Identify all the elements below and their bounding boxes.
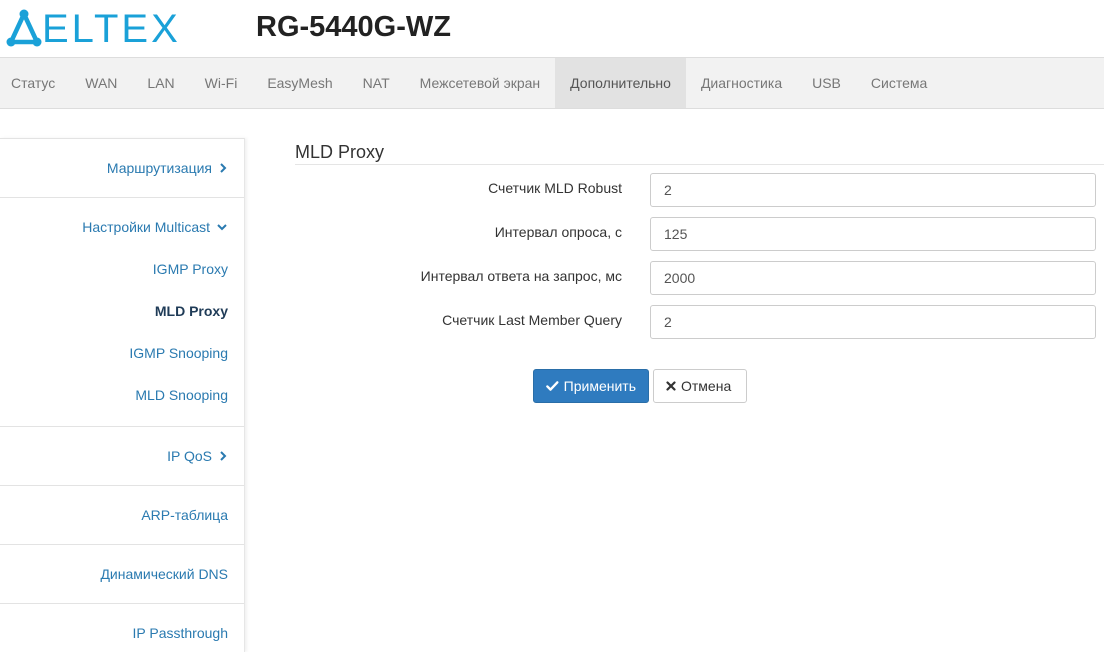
robust-input[interactable] <box>650 173 1096 207</box>
sidebar-group-ipqos: IP QoS <box>0 426 244 485</box>
sidebar-subitem-mld-snooping[interactable]: MLD Snooping <box>0 374 244 426</box>
sidebar-item-arp-table[interactable]: ARP-таблица <box>0 486 244 544</box>
eltex-logo-icon <box>6 9 42 47</box>
main-content: MLD Proxy Счетчик MLD Robust Интервал оп… <box>295 138 1104 403</box>
last-member-query-label: Счетчик Last Member Query <box>442 312 622 328</box>
tab-system[interactable]: Система <box>856 58 942 108</box>
query-interval-input[interactable] <box>650 217 1096 251</box>
chevron-right-icon <box>220 163 227 173</box>
query-interval-label: Интервал опроса, с <box>494 224 622 240</box>
sidebar-group-ddns: Динамический DNS <box>0 544 244 603</box>
close-icon <box>666 381 676 391</box>
sidebar-group-arp: ARP-таблица <box>0 485 244 544</box>
response-interval-label: Интервал ответа на запрос, мс <box>420 268 622 284</box>
sidebar-group-multicast: Настройки Multicast IGMP Proxy MLD Proxy… <box>0 197 244 426</box>
form-actions: Применить Отмена <box>533 369 747 403</box>
tab-nat[interactable]: NAT <box>348 58 405 108</box>
tab-wan[interactable]: WAN <box>70 58 132 108</box>
last-member-query-input[interactable] <box>650 305 1096 339</box>
sidebar-subitem-mld-proxy[interactable]: MLD Proxy <box>0 290 244 332</box>
header: ELTEX RG-5440G-WZ <box>0 0 1104 58</box>
sidebar: Маршрутизация Настройки Multicast IGMP P… <box>0 138 245 652</box>
chevron-down-icon <box>217 224 227 231</box>
cancel-button-label: Отмена <box>681 378 732 394</box>
sidebar-item-label: Настройки Multicast <box>82 219 210 235</box>
top-navigation: Статус WAN LAN Wi-Fi EasyMesh NAT Межсет… <box>0 57 1104 109</box>
form-row-last-member-query: Счетчик Last Member Query <box>295 297 1104 341</box>
sidebar-item-ipqos[interactable]: IP QoS <box>0 427 244 485</box>
sidebar-item-label: Маршрутизация <box>106 160 212 176</box>
eltex-logo[interactable]: ELTEX <box>4 7 194 51</box>
form-row-query-interval: Интервал опроса, с <box>295 209 1104 253</box>
sidebar-subitem-igmp-snooping[interactable]: IGMP Snooping <box>0 332 244 374</box>
sidebar-item-dynamic-dns[interactable]: Динамический DNS <box>0 545 244 603</box>
tab-wifi[interactable]: Wi-Fi <box>190 58 253 108</box>
cancel-button[interactable]: Отмена <box>653 369 747 403</box>
sidebar-item-label: IP QoS <box>167 448 212 464</box>
apply-button[interactable]: Применить <box>533 369 649 403</box>
sidebar-item-ip-passthrough[interactable]: IP Passthrough <box>0 604 244 652</box>
form-row-robust: Счетчик MLD Robust <box>295 165 1104 209</box>
form-row-response-interval: Интервал ответа на запрос, мс <box>295 253 1104 297</box>
sidebar-item-routing[interactable]: Маршрутизация <box>0 139 244 197</box>
tab-diagnostics[interactable]: Диагностика <box>686 58 797 108</box>
tab-advanced[interactable]: Дополнительно <box>555 58 686 108</box>
chevron-right-icon <box>220 451 227 461</box>
sidebar-group-passthrough: IP Passthrough <box>0 603 244 652</box>
check-icon <box>546 381 559 391</box>
tab-firewall[interactable]: Межсетевой экран <box>405 58 556 108</box>
tab-lan[interactable]: LAN <box>132 58 189 108</box>
tab-easymesh[interactable]: EasyMesh <box>252 58 347 108</box>
apply-button-label: Применить <box>563 378 636 394</box>
response-interval-input[interactable] <box>650 261 1096 295</box>
tab-status[interactable]: Статус <box>0 58 70 108</box>
sidebar-group-routing: Маршрутизация <box>0 138 244 197</box>
device-model-title: RG-5440G-WZ <box>256 11 451 43</box>
tab-usb[interactable]: USB <box>797 58 856 108</box>
robust-label: Счетчик MLD Robust <box>488 180 622 196</box>
page-title: MLD Proxy <box>295 138 1104 165</box>
logo-text: ELTEX <box>42 7 181 51</box>
sidebar-subitem-igmp-proxy[interactable]: IGMP Proxy <box>0 248 244 290</box>
